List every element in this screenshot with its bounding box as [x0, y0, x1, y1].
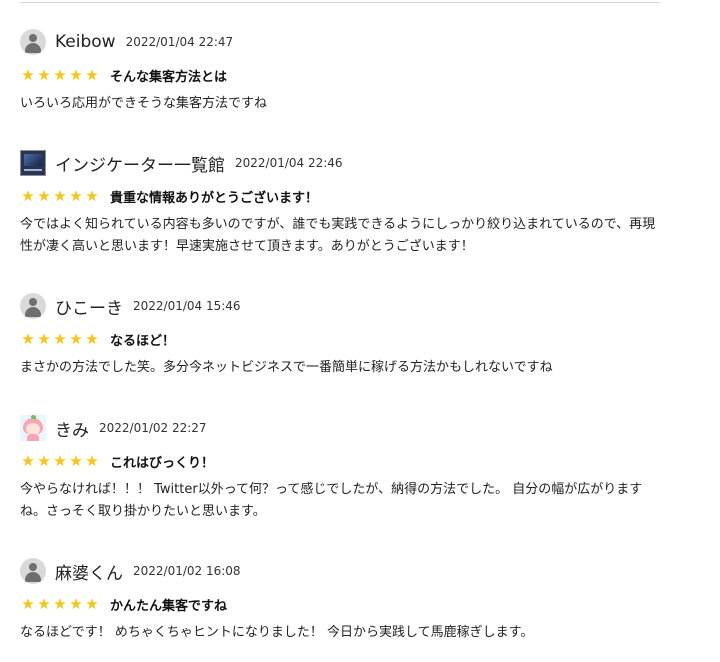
reviews-page: Keibow 2022/01/04 22:47 ★ ★ ★ ★ ★ そんな集客方… [0, 0, 720, 662]
review-author[interactable]: 麻婆くん [55, 559, 123, 584]
star-icon: ★ [85, 452, 99, 470]
review-body: いろいろ応用ができそうな集客方法ですね [20, 96, 268, 111]
review-body: 今ではよく知られている内容も多いのですが、誰でも実践できるようにしっかり絞り込ま… [20, 217, 656, 254]
peach-girl-icon[interactable] [20, 415, 46, 441]
indicator-thumbnail-icon[interactable] [20, 150, 46, 176]
review-header: ひこーき 2022/01/04 15:46 [20, 292, 680, 320]
review-date: 2022/01/02 22:27 [99, 421, 207, 435]
star-icon: ★ [21, 330, 35, 348]
review-author[interactable]: きみ [55, 416, 89, 441]
review-date: 2022/01/04 22:46 [235, 156, 343, 170]
star-icon: ★ [69, 66, 83, 84]
star-icon: ★ [53, 452, 67, 470]
rating-row: ★ ★ ★ ★ ★ かんたん集客ですね [20, 594, 680, 614]
star-icon: ★ [69, 452, 83, 470]
star-rating: ★ ★ ★ ★ ★ [20, 453, 100, 469]
review-body: まさかの方法でした笑。多分今ネットビジネスで一番簡単に稼げる方法かもしれないです… [20, 360, 553, 375]
star-icon: ★ [85, 187, 99, 205]
review-body: 今やらなければ！！！ Twitter以外って何？って感じでしたが、納得の方法でし… [20, 482, 643, 519]
star-icon: ★ [69, 330, 83, 348]
review-item: 麻婆くん 2022/01/02 16:08 ★ ★ ★ ★ ★ かんたん集客です… [20, 557, 680, 644]
star-icon: ★ [53, 66, 67, 84]
star-rating: ★ ★ ★ ★ ★ [20, 67, 100, 83]
star-icon: ★ [53, 595, 67, 613]
star-icon: ★ [69, 187, 83, 205]
review-body: なるほどです！ めちゃくちゃヒントになりました！ 今日から実践して馬鹿稼ぎします… [20, 625, 534, 640]
star-icon: ★ [85, 595, 99, 613]
star-rating: ★ ★ ★ ★ ★ [20, 331, 100, 347]
star-icon: ★ [85, 330, 99, 348]
rating-row: ★ ★ ★ ★ ★ そんな集客方法とは [20, 65, 680, 85]
star-icon: ★ [21, 452, 35, 470]
avatar-user-icon[interactable] [20, 29, 46, 55]
review-date: 2022/01/02 16:08 [133, 564, 241, 578]
review-title: そんな集客方法とは [110, 69, 228, 85]
star-icon: ★ [37, 187, 51, 205]
review-author[interactable]: ひこーき [55, 294, 123, 319]
star-rating: ★ ★ ★ ★ ★ [20, 188, 100, 204]
review-author[interactable]: インジケーター一覧館 [55, 151, 225, 176]
star-icon: ★ [21, 187, 35, 205]
review-item: インジケーター一覧館 2022/01/04 22:46 ★ ★ ★ ★ ★ 貴重… [20, 149, 680, 258]
star-icon: ★ [53, 330, 67, 348]
star-rating: ★ ★ ★ ★ ★ [20, 596, 100, 612]
review-title: 貴重な情報ありがとうございます！ [110, 190, 319, 206]
rating-row: ★ ★ ★ ★ ★ 貴重な情報ありがとうございます！ [20, 186, 680, 206]
star-icon: ★ [37, 66, 51, 84]
review-item: きみ 2022/01/02 22:27 ★ ★ ★ ★ ★ これはびっくり！ 今… [20, 414, 680, 523]
review-header: 麻婆くん 2022/01/02 16:08 [20, 557, 680, 585]
avatar-user-icon[interactable] [20, 293, 46, 319]
review-date: 2022/01/04 15:46 [133, 299, 241, 313]
rating-row: ★ ★ ★ ★ ★ なるほど！ [20, 329, 680, 349]
review-author[interactable]: Keibow [55, 32, 116, 52]
star-icon: ★ [85, 66, 99, 84]
star-icon: ★ [69, 595, 83, 613]
review-header: インジケーター一覧館 2022/01/04 22:46 [20, 149, 680, 177]
review-header: きみ 2022/01/02 22:27 [20, 414, 680, 442]
star-icon: ★ [37, 452, 51, 470]
review-title: かんたん集客ですね [110, 598, 228, 614]
review-title: これはびっくり！ [110, 455, 215, 471]
review-item: Keibow 2022/01/04 22:47 ★ ★ ★ ★ ★ そんな集客方… [20, 28, 680, 115]
star-icon: ★ [37, 595, 51, 613]
avatar-user-icon[interactable] [20, 558, 46, 584]
star-icon: ★ [53, 187, 67, 205]
star-icon: ★ [21, 595, 35, 613]
rating-row: ★ ★ ★ ★ ★ これはびっくり！ [20, 451, 680, 471]
review-item: ひこーき 2022/01/04 15:46 ★ ★ ★ ★ ★ なるほど！ まさ… [20, 292, 680, 379]
review-date: 2022/01/04 22:47 [125, 35, 234, 49]
review-title: なるほど！ [110, 333, 176, 349]
star-icon: ★ [37, 330, 51, 348]
review-header: Keibow 2022/01/04 22:47 [20, 28, 680, 56]
star-icon: ★ [21, 66, 35, 84]
top-divider [20, 2, 660, 3]
